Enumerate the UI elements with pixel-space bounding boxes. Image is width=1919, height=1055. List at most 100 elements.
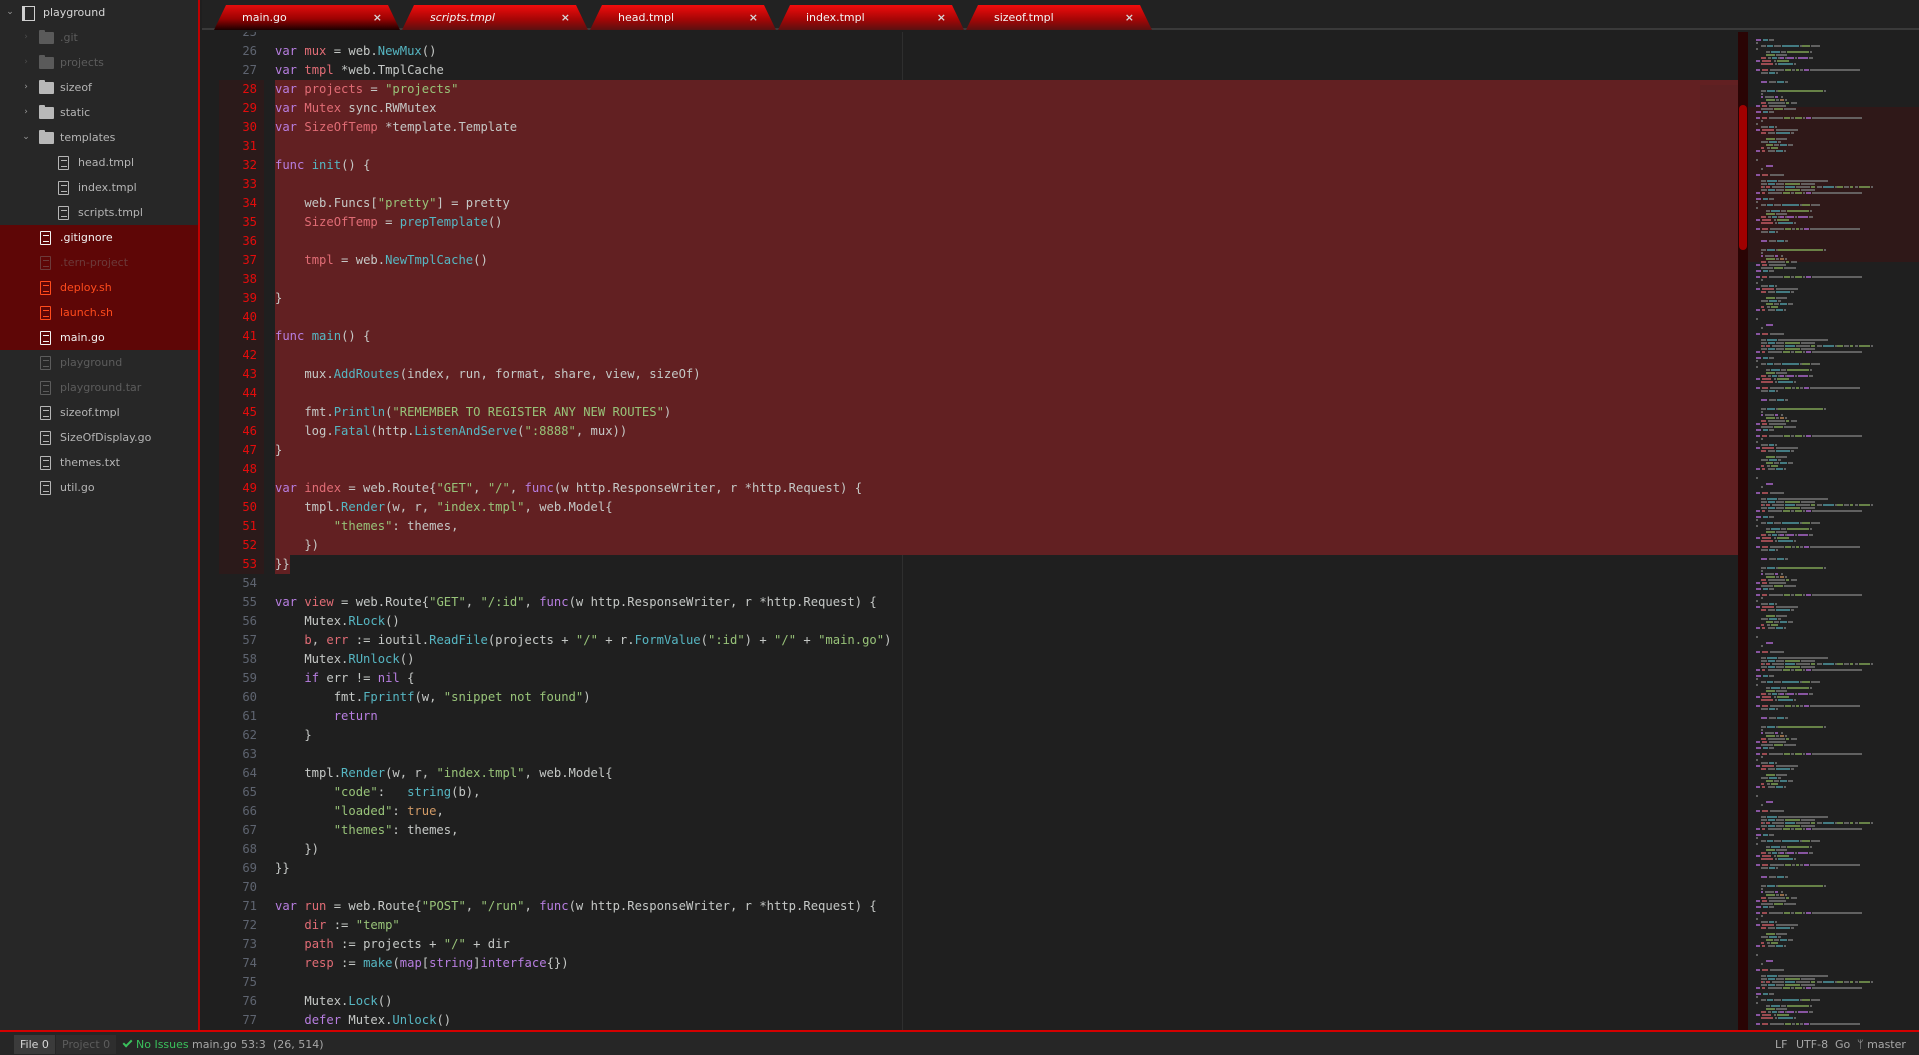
- tree-file[interactable]: main.go: [0, 325, 198, 350]
- chevron-down-icon[interactable]: ⌄: [20, 125, 32, 150]
- code-line[interactable]: 68 }): [202, 840, 1738, 859]
- grammar-selector[interactable]: Go: [1835, 1035, 1850, 1054]
- code-line[interactable]: 28 var projects = "projects": [202, 80, 1738, 99]
- code-line[interactable]: 25: [202, 32, 1738, 42]
- code-line[interactable]: 75: [202, 973, 1738, 992]
- code-line[interactable]: 52 }): [202, 536, 1738, 555]
- code-line[interactable]: 66 "loaded": true,: [202, 802, 1738, 821]
- code-line[interactable]: 30 var SizeOfTemp *template.Template: [202, 118, 1738, 137]
- cursor-position[interactable]: 53:3: [241, 1035, 266, 1054]
- chevron-right-icon[interactable]: ›: [20, 100, 32, 125]
- code-line[interactable]: 37 tmpl = web.NewTmplCache(): [202, 251, 1738, 270]
- code-line[interactable]: 35 SizeOfTemp = prepTemplate(): [202, 213, 1738, 232]
- code-line[interactable]: 31: [202, 137, 1738, 156]
- tab-sizeof-tmpl[interactable]: sizeof.tmpl ×: [966, 5, 1152, 30]
- code-line[interactable]: 41 func main() {: [202, 327, 1738, 346]
- code-line[interactable]: 60 fmt.Fprintf(w, "snippet not found"): [202, 688, 1738, 707]
- tree-file[interactable]: index.tmpl: [0, 175, 198, 200]
- tab-scripts-tmpl[interactable]: scripts.tmpl ×: [402, 5, 588, 30]
- tree-file[interactable]: util.go: [0, 475, 198, 500]
- linter-status[interactable]: No Issues: [122, 1035, 189, 1054]
- tree-file[interactable]: .gitignore: [0, 225, 198, 250]
- code-line[interactable]: 51 "themes": themes,: [202, 517, 1738, 536]
- code-line[interactable]: 58 Mutex.RUnlock(): [202, 650, 1738, 669]
- code-line[interactable]: 33: [202, 175, 1738, 194]
- tree-folder[interactable]: › .git: [0, 25, 198, 50]
- chevron-right-icon[interactable]: ›: [20, 50, 32, 75]
- tree-file[interactable]: sizeof.tmpl: [0, 400, 198, 425]
- code-line[interactable]: 61 return: [202, 707, 1738, 726]
- tab-head-tmpl[interactable]: head.tmpl ×: [590, 5, 776, 30]
- tree-file[interactable]: scripts.tmpl: [0, 200, 198, 225]
- code-line[interactable]: 62 }: [202, 726, 1738, 745]
- close-icon[interactable]: ×: [561, 5, 570, 30]
- code-line[interactable]: 55 var view = web.Route{"GET", "/:id", fu…: [202, 593, 1738, 612]
- tree-file[interactable]: SizeOfDisplay.go: [0, 425, 198, 450]
- code-line[interactable]: 54: [202, 574, 1738, 593]
- scrollbar-thumb[interactable]: [1739, 105, 1747, 250]
- close-icon[interactable]: ×: [749, 5, 758, 30]
- tree-folder[interactable]: › sizeof: [0, 75, 198, 100]
- code-line[interactable]: 72 dir := "temp": [202, 916, 1738, 935]
- tree-file[interactable]: themes.txt: [0, 450, 198, 475]
- code-editor[interactable]: 25 26 var mux = web.NewMux() 27 var tmpl *we…: [202, 32, 1738, 1030]
- code-line[interactable]: 26 var mux = web.NewMux(): [202, 42, 1738, 61]
- code-line[interactable]: 50 tmpl.Render(w, r, "index.tmpl", web.M…: [202, 498, 1738, 517]
- code-line[interactable]: 44: [202, 384, 1738, 403]
- chevron-right-icon[interactable]: ›: [20, 75, 32, 100]
- code-line[interactable]: 65 "code": string(b),: [202, 783, 1738, 802]
- tree-folder[interactable]: › projects: [0, 50, 198, 75]
- code-line[interactable]: 39}: [202, 289, 1738, 308]
- tree-root[interactable]: ⌄ playground: [0, 0, 198, 25]
- tree-folder[interactable]: › static: [0, 100, 198, 125]
- code-line[interactable]: 57 b, err := ioutil.ReadFile(projects + …: [202, 631, 1738, 650]
- line-ending[interactable]: LF: [1775, 1035, 1787, 1054]
- git-branch[interactable]: ᛘ master: [1857, 1035, 1906, 1054]
- chevron-right-icon[interactable]: ›: [20, 25, 32, 50]
- chevron-down-icon[interactable]: ⌄: [4, 0, 16, 25]
- code-line[interactable]: 56 Mutex.RLock(): [202, 612, 1738, 631]
- code-line[interactable]: 38: [202, 270, 1738, 289]
- code-line[interactable]: 46 log.Fatal(http.ListenAndServe(":8888"…: [202, 422, 1738, 441]
- code-line[interactable]: 63: [202, 745, 1738, 764]
- code-line[interactable]: 42: [202, 346, 1738, 365]
- code-line[interactable]: 73 path := projects + "/" + dir: [202, 935, 1738, 954]
- tree-folder[interactable]: ⌄ templates: [0, 125, 198, 150]
- code-line[interactable]: 29 var Mutex sync.RWMutex: [202, 99, 1738, 118]
- tree-file[interactable]: deploy.sh: [0, 275, 198, 300]
- tree-file[interactable]: head.tmpl: [0, 150, 198, 175]
- code-line[interactable]: 76 Mutex.Lock(): [202, 992, 1738, 1011]
- close-icon[interactable]: ×: [1125, 5, 1134, 30]
- code-line[interactable]: 45 fmt.Println("REMEMBER TO REGISTER ANY…: [202, 403, 1738, 422]
- code-line[interactable]: 77 defer Mutex.Unlock(): [202, 1011, 1738, 1030]
- code-line[interactable]: 34 web.Funcs["pretty"] = pretty: [202, 194, 1738, 213]
- code-line[interactable]: 71 var run = web.Route{"POST", "/run", fu…: [202, 897, 1738, 916]
- code-line[interactable]: 27 var tmpl *web.TmplCache: [202, 61, 1738, 80]
- code-line[interactable]: 74 resp := make(map[string]interface{}): [202, 954, 1738, 973]
- code-line[interactable]: 64 tmpl.Render(w, r, "index.tmpl", web.M…: [202, 764, 1738, 783]
- code-line[interactable]: 36: [202, 232, 1738, 251]
- minimap[interactable]: [1748, 32, 1919, 1030]
- tree-file[interactable]: launch.sh: [0, 300, 198, 325]
- code-line[interactable]: 40: [202, 308, 1738, 327]
- code-line[interactable]: 67 "themes": themes,: [202, 821, 1738, 840]
- code-line[interactable]: 47}: [202, 441, 1738, 460]
- code-line[interactable]: 43 mux.AddRoutes(index, run, format, sha…: [202, 365, 1738, 384]
- tree-file[interactable]: playground: [0, 350, 198, 375]
- code-line[interactable]: 70: [202, 878, 1738, 897]
- status-filename[interactable]: main.go: [192, 1035, 237, 1054]
- code-line[interactable]: 49 var index = web.Route{"GET", "/", func…: [202, 479, 1738, 498]
- tab-main-go[interactable]: main.go ×: [214, 5, 400, 30]
- close-icon[interactable]: ×: [373, 5, 382, 30]
- close-icon[interactable]: ×: [937, 5, 946, 30]
- file-encoding[interactable]: UTF-8: [1796, 1035, 1828, 1054]
- tree-file[interactable]: .tern-project: [0, 250, 198, 275]
- code-line[interactable]: 59 if err != nil {: [202, 669, 1738, 688]
- code-line[interactable]: 32 func init() {: [202, 156, 1738, 175]
- tree-file[interactable]: playground.tar: [0, 375, 198, 400]
- code-line[interactable]: 53}}: [202, 555, 1738, 574]
- file-issues-tab[interactable]: File 0: [14, 1035, 55, 1054]
- project-issues-tab[interactable]: Project 0: [56, 1035, 117, 1054]
- code-line[interactable]: 48: [202, 460, 1738, 479]
- tab-index-tmpl[interactable]: index.tmpl ×: [778, 5, 964, 30]
